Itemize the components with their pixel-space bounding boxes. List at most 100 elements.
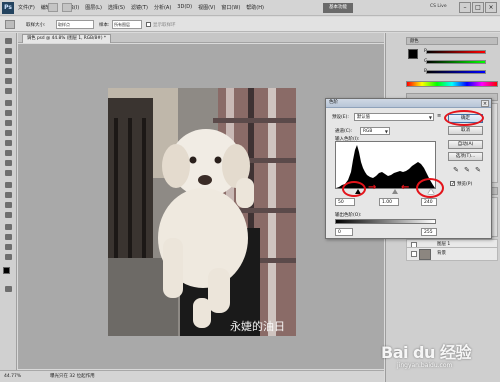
minimize-icon[interactable]: – (459, 2, 471, 13)
status-info: 曝光只在 32 位起作用 (50, 374, 95, 379)
eyedropper-tool-icon[interactable] (3, 87, 14, 95)
shape-tool-icon[interactable] (3, 211, 14, 219)
show-ring-checkbox[interactable] (146, 22, 151, 27)
path-select-icon[interactable] (3, 201, 14, 209)
options-button[interactable]: 选项(T)... (448, 152, 483, 161)
quick-select-tool-icon[interactable] (3, 67, 14, 75)
green-slider[interactable] (426, 60, 486, 64)
marquee-tool-icon[interactable] (3, 47, 14, 55)
puppy-photo (108, 88, 296, 336)
menu-3d[interactable]: 3D(D) (177, 4, 192, 11)
gradient-tool-icon[interactable] (3, 149, 14, 157)
healing-brush-icon[interactable] (3, 99, 14, 107)
maximize-icon[interactable]: □ (472, 2, 484, 13)
gray-eyedropper-icon[interactable]: ✎ (463, 165, 471, 175)
menu-analysis[interactable]: 分析(A) (154, 4, 171, 11)
menu-file[interactable]: 文件(F) (18, 4, 35, 11)
preset-options-icon[interactable]: ≡ (437, 113, 443, 121)
3d-rotate-icon[interactable] (3, 223, 14, 231)
brush-tool-icon[interactable] (3, 109, 14, 117)
eyedropper-preset-icon[interactable] (5, 20, 15, 29)
options-bar: 取样大小: 取样点 样本: 所有图层 显示取样环 (0, 17, 500, 32)
preset-value: 默认值 (357, 115, 370, 120)
photo-watermark: 永婕的油日 (230, 320, 285, 333)
3d-camera-icon[interactable] (3, 233, 14, 241)
menu-view[interactable]: 视图(V) (198, 4, 215, 11)
auto-button[interactable]: 自动(A) (448, 140, 483, 149)
output-gradient-bar (335, 219, 436, 224)
chevron-down-icon: ▼ (428, 115, 432, 120)
photoshop-logo: Ps (2, 2, 14, 14)
blue-slider[interactable] (426, 70, 486, 74)
close-icon[interactable]: × (485, 2, 497, 13)
clone-stamp-icon[interactable] (3, 119, 14, 127)
layer-row[interactable]: 背景 (406, 247, 498, 261)
sample-select[interactable]: 所有图层 (112, 20, 142, 29)
hand-tool-icon[interactable] (3, 243, 14, 251)
black-point-highlight-ring (342, 181, 366, 197)
white-eyedropper-icon[interactable]: ✎ (474, 165, 482, 175)
foreground-color-swatch[interactable] (3, 267, 10, 274)
show-ring-label: 显示取样环 (153, 23, 176, 28)
cancel-button[interactable]: 取消 (448, 126, 483, 135)
fg-color-preview[interactable] (408, 49, 418, 59)
cs-live-button[interactable]: CS Live (430, 4, 447, 9)
menu-window[interactable]: 窗口(W) (221, 4, 240, 11)
channel-label: 通道(C): (335, 129, 353, 134)
color-spectrum-bar[interactable] (406, 81, 498, 87)
black-eyedropper-icon[interactable]: ✎ (452, 165, 460, 175)
menu-layer[interactable]: 图层(L) (85, 4, 102, 11)
gamma-slider[interactable] (392, 189, 398, 194)
input-white-field[interactable]: 240 (421, 198, 437, 206)
move-tool-icon[interactable] (3, 37, 14, 45)
sample-label: 样本: (99, 23, 110, 28)
layer-thumbnail (419, 249, 431, 260)
menu-help[interactable]: 帮助(H) (246, 4, 264, 11)
output-black-field[interactable]: 0 (335, 228, 353, 236)
bridge-icon[interactable] (48, 3, 58, 12)
pen-tool-icon[interactable] (3, 181, 14, 189)
output-levels-label: 输出色阶(O): (335, 213, 362, 218)
menu-select[interactable]: 选择(S) (108, 4, 125, 11)
document-image[interactable]: 永婕的油日 (108, 88, 296, 336)
dodge-tool-icon[interactable] (3, 169, 14, 177)
input-gamma-field[interactable]: 1.00 (379, 198, 399, 206)
eraser-tool-icon[interactable] (3, 139, 14, 147)
document-tab[interactable]: 调色 psd @ 44.8% (图层 1, RGB/8#) * (22, 34, 112, 43)
output-white-field[interactable]: 255 (421, 228, 437, 236)
baidu-logo-text: Bai du 经验 (381, 343, 471, 362)
zoom-tool-icon[interactable] (3, 253, 14, 261)
red-slider[interactable] (426, 50, 486, 54)
preview-label: 预览(P) (457, 182, 473, 187)
status-bar: 44.77% 曝光只在 32 位起作用 (0, 370, 384, 382)
zoom-readout[interactable]: 44.77% (4, 371, 21, 382)
crop-tool-icon[interactable] (3, 77, 14, 85)
arrow-left-icon: ← (401, 182, 410, 193)
workspace-switcher[interactable]: 基本功能 (323, 3, 353, 13)
menu-filter[interactable]: 滤镜(T) (131, 4, 148, 11)
white-point-highlight-ring (416, 178, 444, 198)
history-brush-icon[interactable] (3, 129, 14, 137)
preset-label: 预设(E): (332, 115, 349, 120)
quick-mask-icon[interactable] (3, 285, 14, 293)
layer-name: 背景 (437, 251, 446, 256)
dialog-close-icon[interactable]: × (481, 100, 489, 107)
dialog-title: 色阶 (326, 99, 491, 108)
preview-checkbox[interactable]: ✓ (450, 181, 455, 187)
channel-value: RGB (363, 129, 373, 134)
lasso-tool-icon[interactable] (3, 57, 14, 65)
sample-size-label: 取样大小: (26, 23, 46, 28)
input-black-field[interactable]: 50 (335, 198, 355, 206)
baidu-jingyan-watermark: Bai du 经验 jingyan.baidu.com (381, 336, 496, 376)
layer-visibility-eye-icon[interactable] (411, 251, 417, 257)
color-panel-tab[interactable]: 颜色 (406, 37, 498, 45)
document-tab-strip: 调色 psd @ 44.8% (图层 1, RGB/8#) * (18, 33, 384, 43)
zoom-level-icon[interactable] (62, 3, 72, 12)
channel-select[interactable]: RGB ▼ (360, 127, 390, 135)
toolbox (0, 33, 17, 370)
type-tool-icon[interactable] (3, 191, 14, 199)
preset-select[interactable]: 默认值 ▼ (354, 113, 434, 121)
blur-tool-icon[interactable] (3, 159, 14, 167)
chevron-down-icon: ▼ (384, 129, 388, 134)
sample-size-select[interactable]: 取样点 (56, 20, 94, 29)
